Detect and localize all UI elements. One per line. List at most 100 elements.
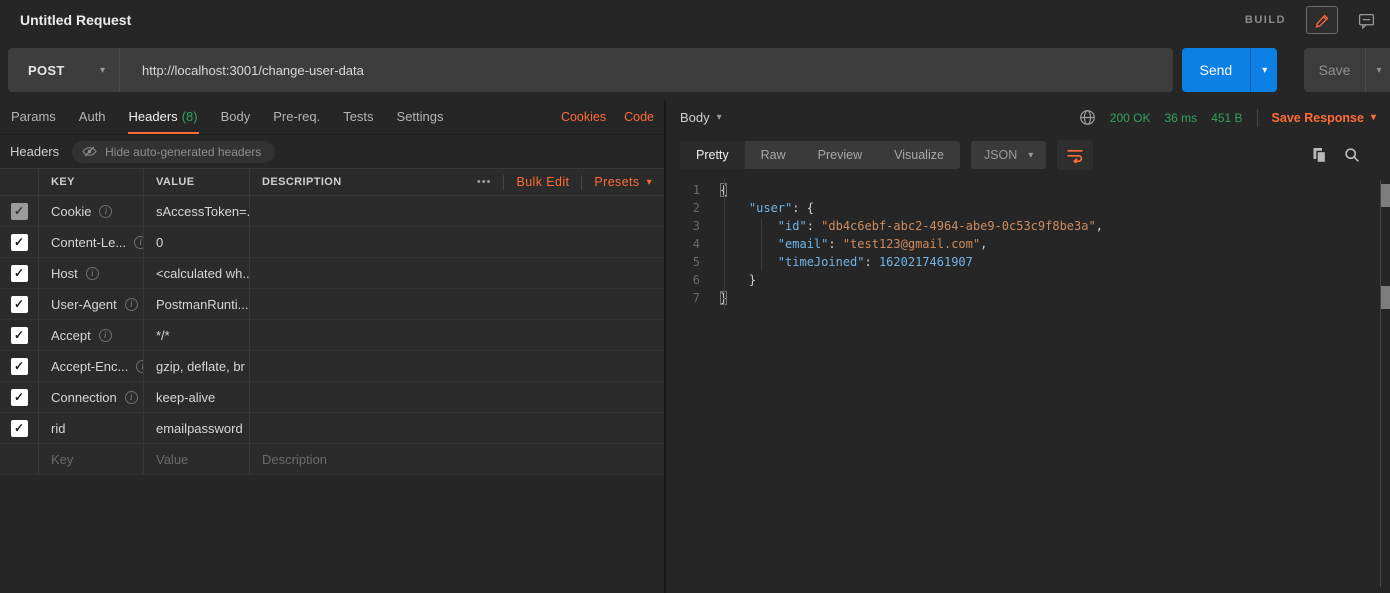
header-enabled-checkbox[interactable]: ✓ — [11, 234, 28, 251]
header-description-cell[interactable] — [249, 320, 664, 350]
tab-pre-req[interactable]: Pre-req. — [272, 100, 321, 134]
header-value-cell[interactable]: <calculated wh... — [143, 258, 249, 288]
code-token: : — [828, 237, 842, 251]
header-row: ✓ User-AgentiPostmanRunti... — [0, 289, 664, 320]
header-value-cell[interactable]: keep-alive — [143, 382, 249, 412]
globe-icon[interactable] — [1079, 109, 1096, 126]
tab-params[interactable]: Params — [10, 100, 57, 134]
header-value-cell[interactable]: PostmanRunti... — [143, 289, 249, 319]
header-key-cell[interactable]: Accepti — [38, 320, 143, 350]
scrollbar-thumb[interactable] — [1381, 184, 1390, 207]
hide-auto-headers-toggle[interactable]: Hide auto-generated headers — [72, 141, 275, 163]
wrap-lines-button[interactable] — [1057, 140, 1093, 170]
save-button[interactable]: Save ▾ — [1304, 48, 1390, 92]
copy-icon[interactable] — [1312, 147, 1327, 163]
more-options-icon[interactable]: ••• — [477, 176, 492, 188]
view-tab-preview[interactable]: Preview — [802, 141, 878, 169]
scrollbar-thumb[interactable] — [1381, 286, 1390, 309]
header-description-cell[interactable] — [249, 289, 664, 319]
url-input[interactable]: http://localhost:3001/change-user-data — [120, 48, 1173, 92]
header-key-cell[interactable]: User-Agenti — [38, 289, 143, 319]
view-tab-visualize[interactable]: Visualize — [878, 141, 960, 169]
new-value-input[interactable]: Value — [143, 444, 249, 474]
cookies-link[interactable]: Cookies — [561, 110, 606, 124]
header-description-cell[interactable] — [249, 351, 664, 381]
checkbox-cell: ✓ — [0, 351, 38, 381]
chevron-down-icon: ▾ — [647, 177, 652, 188]
header-value: */* — [156, 328, 170, 343]
header-enabled-checkbox[interactable]: ✓ — [11, 203, 28, 220]
tab-auth[interactable]: Auth — [78, 100, 107, 134]
new-header-row: KeyValueDescription — [0, 444, 664, 475]
response-body-viewer[interactable]: 1{2 "user": {3 "id": "db4c6ebf-abc2-4964… — [666, 175, 1390, 593]
header-description-cell[interactable] — [249, 196, 664, 226]
header-enabled-checkbox[interactable]: ✓ — [11, 389, 28, 406]
save-response-dropdown[interactable]: Save Response ▾ — [1272, 111, 1376, 125]
code-token: } — [749, 273, 756, 287]
header-enabled-checkbox[interactable]: ✓ — [11, 358, 28, 375]
send-button[interactable]: Send ▾ — [1182, 48, 1277, 92]
method-select[interactable]: POST ▾ — [8, 48, 120, 92]
line-number: 4 — [666, 235, 712, 253]
header-description-cell[interactable] — [249, 413, 664, 443]
header-description-cell[interactable] — [249, 382, 664, 412]
view-tab-raw[interactable]: Raw — [745, 141, 802, 169]
response-time: 36 ms — [1165, 111, 1198, 125]
header-key-cell[interactable]: Connectioni — [38, 382, 143, 412]
header-row: ✓ CookieisAccessToken=... — [0, 196, 664, 227]
header-enabled-checkbox[interactable]: ✓ — [11, 296, 28, 313]
header-enabled-checkbox[interactable]: ✓ — [11, 265, 28, 282]
tab-label: Params — [11, 109, 56, 124]
code-line: 6 } — [666, 271, 1390, 289]
code-token — [720, 219, 778, 233]
code-token: "test123@gmail.com" — [843, 237, 980, 251]
header-value-cell[interactable]: emailpassword — [143, 413, 249, 443]
header-value-cell[interactable]: 0 — [143, 227, 249, 257]
header-key-cell[interactable]: Accept-Enc...i — [38, 351, 143, 381]
presets-dropdown[interactable]: Presets ▾ — [594, 175, 652, 189]
code-token: : — [792, 201, 806, 215]
response-meta-row: Body ▾ 200 OK 36 ms 451 B Save Response — [666, 100, 1390, 135]
code-link[interactable]: Code — [624, 110, 654, 124]
response-pane: Body ▾ 200 OK 36 ms 451 B Save Response — [666, 100, 1390, 593]
format-dropdown[interactable]: JSON ▾ — [971, 141, 1046, 169]
comments-button[interactable] — [1350, 6, 1382, 34]
header-enabled-checkbox[interactable]: ✓ — [11, 420, 28, 437]
view-tab-pretty[interactable]: Pretty — [680, 141, 745, 169]
code-line: 4 "email": "test123@gmail.com", — [666, 235, 1390, 253]
request-tabs: Params Auth Headers(8) Body Pre-req. Tests Set… — [0, 100, 664, 135]
send-options-button[interactable]: ▾ — [1250, 48, 1276, 92]
presets-label: Presets — [594, 175, 639, 189]
header-row: ✓ Accepti */* — [0, 320, 664, 351]
new-description-input[interactable]: Description — [249, 444, 664, 474]
header-key-cell[interactable]: rid — [38, 413, 143, 443]
indent-guide — [761, 219, 762, 271]
request-title: Untitled Request — [20, 12, 131, 28]
bulk-edit-link[interactable]: Bulk Edit — [516, 175, 569, 189]
response-body-dropdown[interactable]: Body ▾ — [680, 110, 722, 125]
header-description-cell[interactable] — [249, 227, 664, 257]
tab-label: Settings — [397, 109, 444, 124]
header-value-cell[interactable]: sAccessToken=... — [143, 196, 249, 226]
save-options-button[interactable]: ▾ — [1365, 48, 1390, 92]
header-key-cell[interactable]: Hosti — [38, 258, 143, 288]
new-key-input[interactable]: Key — [38, 444, 143, 474]
format-label: JSON — [984, 148, 1017, 162]
search-icon[interactable] — [1344, 147, 1360, 163]
code-token: "user" — [749, 201, 792, 215]
edit-request-button[interactable] — [1306, 6, 1338, 34]
code-token: "id" — [778, 219, 807, 233]
tab-tests[interactable]: Tests — [342, 100, 374, 134]
header-value-cell[interactable]: */* — [143, 320, 249, 350]
header-enabled-checkbox[interactable]: ✓ — [11, 327, 28, 344]
header-key-cell[interactable]: Cookiei — [38, 196, 143, 226]
tab-headers[interactable]: Headers(8) — [128, 100, 199, 134]
tab-settings[interactable]: Settings — [396, 100, 445, 134]
wrap-lines-icon — [1066, 148, 1084, 163]
header-key-cell[interactable]: Content-Le...i — [38, 227, 143, 257]
scrollbar-track — [1380, 180, 1390, 587]
header-value-cell[interactable]: gzip, deflate, br — [143, 351, 249, 381]
header-row: ✓ Hosti<calculated wh... — [0, 258, 664, 289]
header-description-cell[interactable] — [249, 258, 664, 288]
tab-body[interactable]: Body — [220, 100, 252, 134]
